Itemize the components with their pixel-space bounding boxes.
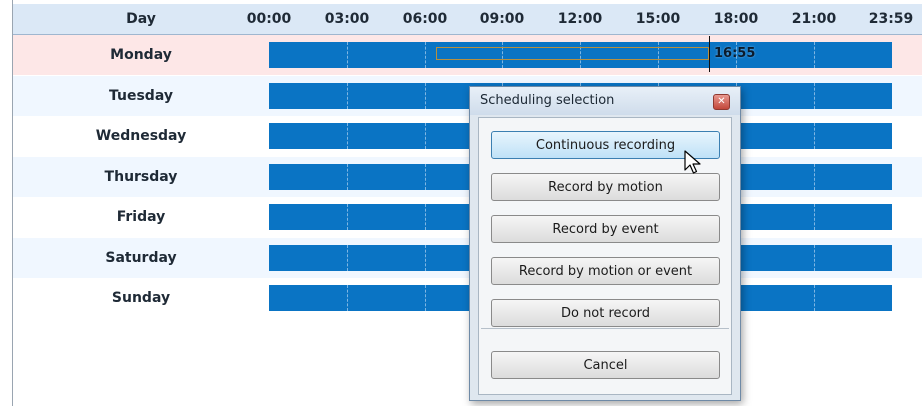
record-by-motion-or-event-button[interactable]: Record by motion or event — [491, 257, 720, 285]
tick — [347, 204, 348, 230]
header-time-3: 09:00 — [479, 11, 525, 27]
schedule-row-thursday[interactable]: Thursday — [13, 157, 922, 197]
schedule-header: Day 00:00 03:00 06:00 09:00 12:00 15:00 … — [13, 4, 922, 35]
day-label-wednesday: Wednesday — [95, 128, 187, 144]
schedule-row-wednesday[interactable]: Wednesday — [13, 116, 922, 156]
day-label-friday: Friday — [116, 209, 166, 225]
header-day-label: Day — [126, 11, 156, 27]
header-time-1: 03:00 — [324, 11, 370, 27]
tick — [425, 285, 426, 311]
tick — [347, 164, 348, 190]
record-by-motion-button[interactable]: Record by motion — [491, 173, 720, 201]
header-time-2: 06:00 — [402, 11, 448, 27]
tick — [814, 164, 815, 190]
dialog-title: Scheduling selection — [480, 93, 615, 108]
cursor-time-label: 16:55 — [714, 46, 756, 61]
header-time-0: 00:00 — [246, 11, 292, 27]
record-by-event-button[interactable]: Record by event — [491, 215, 720, 243]
close-icon[interactable]: ✕ — [713, 94, 730, 110]
tick — [425, 164, 426, 190]
dialog-separator — [481, 328, 729, 329]
schedule-row-sunday[interactable]: Sunday — [13, 278, 922, 318]
tick — [347, 123, 348, 149]
header-time-4: 12:00 — [557, 11, 603, 27]
header-time-7: 21:00 — [791, 11, 837, 27]
day-label-saturday: Saturday — [105, 250, 177, 266]
time-selection-range[interactable] — [436, 47, 709, 60]
tick — [425, 123, 426, 149]
scheduling-selection-dialog: Scheduling selection ✕ Continuous record… — [469, 86, 741, 401]
cancel-button[interactable]: Cancel — [491, 351, 720, 379]
tick — [425, 83, 426, 109]
schedule-row-monday[interactable]: Monday 16:55 — [13, 35, 922, 75]
tick — [347, 42, 348, 68]
tick — [425, 42, 426, 68]
tick — [425, 204, 426, 230]
tick — [814, 42, 815, 68]
tick — [814, 123, 815, 149]
day-label-tuesday: Tuesday — [109, 88, 173, 104]
mouse-pointer-icon — [684, 150, 701, 174]
header-time-5: 15:00 — [635, 11, 681, 27]
time-cursor-line — [709, 36, 710, 72]
tick — [814, 245, 815, 271]
header-time-8: 23:59 — [868, 11, 914, 27]
tick — [814, 204, 815, 230]
schedule-row-saturday[interactable]: Saturday — [13, 238, 922, 278]
header-time-6: 18:00 — [713, 11, 759, 27]
schedule-row-tuesday[interactable]: Tuesday — [13, 76, 922, 116]
day-label-thursday: Thursday — [104, 169, 178, 185]
tick — [347, 245, 348, 271]
do-not-record-button[interactable]: Do not record — [491, 299, 720, 327]
schedule-row-friday[interactable]: Friday — [13, 197, 922, 237]
day-label-monday: Monday — [110, 47, 172, 63]
tick — [347, 285, 348, 311]
day-label-sunday: Sunday — [111, 290, 171, 306]
schedule-bar-monday[interactable]: 16:55 — [269, 36, 892, 72]
tick — [814, 83, 815, 109]
tick — [347, 83, 348, 109]
tick — [814, 285, 815, 311]
tick — [425, 245, 426, 271]
dialog-title-bar[interactable]: Scheduling selection ✕ — [470, 87, 740, 115]
